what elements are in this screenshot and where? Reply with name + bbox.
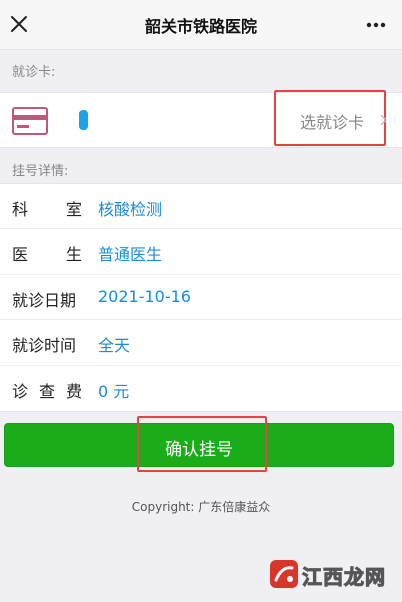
detail-value: 核酸检测 (98, 200, 163, 219)
card-row[interactable]: 选就诊卡 (0, 90, 402, 148)
detail-label-char: 科 (12, 200, 29, 219)
detail-label-char: 室 (65, 200, 82, 219)
watermark: 江西龙网 (268, 556, 388, 592)
select-card-button[interactable]: 选就诊卡 (274, 90, 386, 146)
detail-label-char: 查 (38, 381, 55, 401)
confirm-button-label: 确认挂号 (165, 440, 233, 460)
card-section-label: 就诊卡: (12, 65, 56, 80)
confirm-registration-button[interactable]: 确认挂号 (4, 416, 394, 472)
watermark-logo-icon (270, 560, 298, 588)
watermark-text: 江西龙网 (302, 565, 386, 590)
detail-label-char: 就诊时间 (12, 336, 77, 356)
detail-value: 全天 (98, 336, 131, 356)
detail-label-char: 就诊日期 (12, 290, 77, 310)
detail-label: 就诊日期 (12, 287, 82, 311)
detail-value: 2021-10-16 (98, 286, 191, 306)
select-card-label: 选就诊卡 (300, 113, 365, 132)
more-icon[interactable] (366, 22, 386, 28)
detail-label-char: 费 (65, 381, 82, 401)
detail-row-time: 就诊时间 全天 (0, 320, 402, 366)
page-title: 韶关市铁路医院 (144, 17, 257, 36)
detail-value: 普通医生 (98, 245, 163, 265)
chevron-right-icon (380, 114, 388, 126)
detail-label: 就诊时间 (12, 332, 82, 356)
detail-row-department: 科 室 核酸检测 (0, 184, 402, 230)
detail-row-date: 就诊日期 2021-10-16 (0, 275, 402, 321)
detail-value: 0 元 (98, 381, 130, 401)
detail-label: 医 生 (12, 241, 82, 265)
detail-label-char: 生 (65, 245, 82, 265)
detail-row-fee: 诊 查 费 0 元 (0, 366, 402, 411)
detail-label: 科 室 (12, 196, 82, 220)
title-bar: 韶关市铁路医院 (0, 0, 402, 50)
detail-section-label: 挂号详情: (12, 164, 69, 179)
detail-row-doctor: 医 生 普通医生 (0, 229, 402, 275)
card-indicator (79, 110, 88, 130)
detail-label-char: 诊 (12, 381, 29, 401)
registration-details: 科 室 核酸检测 医 生 普通医生 就诊日期 2021-10-16 就诊时间 全… (0, 183, 402, 412)
detail-label: 诊 查 费 (12, 378, 82, 402)
copyright-text: Copyright: 广东倍康益众 (131, 500, 271, 514)
detail-label-char: 医 (12, 245, 29, 265)
credit-card-icon (12, 107, 48, 135)
